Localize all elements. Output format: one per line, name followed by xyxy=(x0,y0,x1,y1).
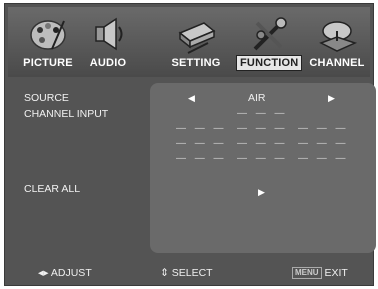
tab-bar: PICTURE AUDIO SETTING FUNCTION CHANNEL xyxy=(8,7,370,77)
left-arrow-icon[interactable]: ◀ xyxy=(188,93,195,104)
channel-digit-slot: — — — xyxy=(298,153,349,164)
source-value[interactable]: AIR xyxy=(248,92,266,104)
menu-content: SOURCE CHANNEL INPUT CLEAR ALL ◀ AIR ▶ —… xyxy=(8,80,376,255)
tab-label: SETTING xyxy=(171,57,221,69)
satellite-dish-icon xyxy=(319,21,358,52)
tab-channel[interactable]: CHANNEL xyxy=(304,7,370,77)
tab-setting[interactable]: SETTING xyxy=(164,7,228,77)
tab-label: PICTURE xyxy=(23,57,73,69)
clear-all-arrow-icon[interactable]: ▶ xyxy=(258,187,265,198)
channel-digit-slot: — — — xyxy=(298,138,349,149)
help-adjust: ◂▸ ADJUST xyxy=(38,267,92,279)
help-exit-label: EXIT xyxy=(324,267,348,279)
right-arrow-icon[interactable]: ▶ xyxy=(328,93,335,104)
clear-all-label: CLEAR ALL xyxy=(24,183,81,195)
channel-digit-slot: — — — xyxy=(176,153,227,164)
speaker-icon xyxy=(95,17,123,51)
tab-label: FUNCTION xyxy=(236,55,303,71)
tab-function[interactable]: FUNCTION xyxy=(236,7,303,77)
up-down-arrows-icon: ⇕ xyxy=(160,267,169,279)
settings-panel: ◀ AIR ▶ — — — — — — — — — — — — — — — — … xyxy=(150,83,376,253)
menu-key-icon: MENU xyxy=(292,267,322,279)
palette-icon xyxy=(30,20,66,50)
tab-label: AUDIO xyxy=(89,57,127,69)
tools-icon xyxy=(253,17,287,51)
tab-picture[interactable]: PICTURE xyxy=(16,7,80,77)
channel-input-label: CHANNEL INPUT xyxy=(24,108,109,120)
channel-digit-slot: — — — xyxy=(176,123,227,134)
tab-label: CHANNEL xyxy=(309,57,365,69)
channel-input-field[interactable]: — — — xyxy=(237,108,288,119)
help-select: ⇕ SELECT xyxy=(160,267,213,279)
osd-menu: PICTURE AUDIO SETTING FUNCTION CHANNEL S… xyxy=(4,3,376,286)
help-adjust-label: ADJUST xyxy=(50,267,92,279)
help-bar: ◂▸ ADJUST ⇕ SELECT MENU EXIT xyxy=(8,260,370,284)
setting-icon xyxy=(178,22,216,54)
channel-digit-slot: — — — xyxy=(298,123,349,134)
channel-digit-slot: — — — xyxy=(237,153,288,164)
channel-digit-slot: — — — xyxy=(237,138,288,149)
source-label: SOURCE xyxy=(24,92,69,104)
channel-digit-slot: — — — xyxy=(176,138,227,149)
help-exit: MENU EXIT xyxy=(292,267,348,279)
channel-digit-slot: — — — xyxy=(237,123,288,134)
help-select-label: SELECT xyxy=(171,267,213,279)
tab-audio[interactable]: AUDIO xyxy=(80,7,136,77)
left-right-arrows-icon: ◂▸ xyxy=(38,267,49,279)
